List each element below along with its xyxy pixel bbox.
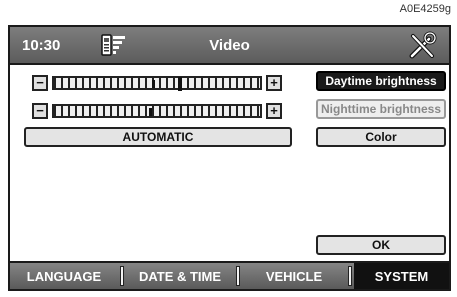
tab-separator: [348, 266, 352, 286]
nighttime-brightness-button[interactable]: Nighttime brightness: [316, 99, 446, 119]
contrast-slider[interactable]: − +: [32, 103, 282, 119]
increase-button[interactable]: +: [266, 75, 282, 91]
slider-thumb[interactable]: [149, 108, 152, 116]
decrease-button[interactable]: −: [32, 75, 48, 91]
color-button[interactable]: Color: [316, 127, 446, 147]
tab-separator: [236, 266, 240, 286]
slider-center-mark: [152, 80, 155, 88]
display-screen: 10:30 Video − + − + AUTOMATIC Daytime br…: [8, 25, 451, 291]
tools-icon[interactable]: [407, 31, 437, 66]
brightness-slider[interactable]: − +: [32, 75, 282, 91]
automatic-button[interactable]: AUTOMATIC: [24, 127, 292, 147]
slider-track[interactable]: [52, 76, 262, 91]
tab-vehicle[interactable]: VEHICLE: [242, 263, 346, 289]
bottom-tab-bar: LANGUAGE DATE & TIME VEHICLE SYSTEM: [10, 261, 449, 289]
increase-button[interactable]: +: [266, 103, 282, 119]
tab-language[interactable]: LANGUAGE: [10, 263, 118, 289]
daytime-brightness-button[interactable]: Daytime brightness: [316, 71, 446, 91]
slider-track[interactable]: [52, 104, 262, 118]
decrease-button[interactable]: −: [32, 103, 48, 119]
tab-date-time[interactable]: DATE & TIME: [126, 263, 234, 289]
figure-reference: A0E4259g: [399, 3, 451, 15]
tab-separator: [120, 266, 124, 286]
ok-button[interactable]: OK: [316, 235, 446, 255]
slider-thumb[interactable]: [178, 77, 182, 91]
screen-title: Video: [209, 37, 250, 54]
tab-system[interactable]: SYSTEM: [354, 263, 449, 289]
top-bar: 10:30 Video: [10, 27, 449, 65]
